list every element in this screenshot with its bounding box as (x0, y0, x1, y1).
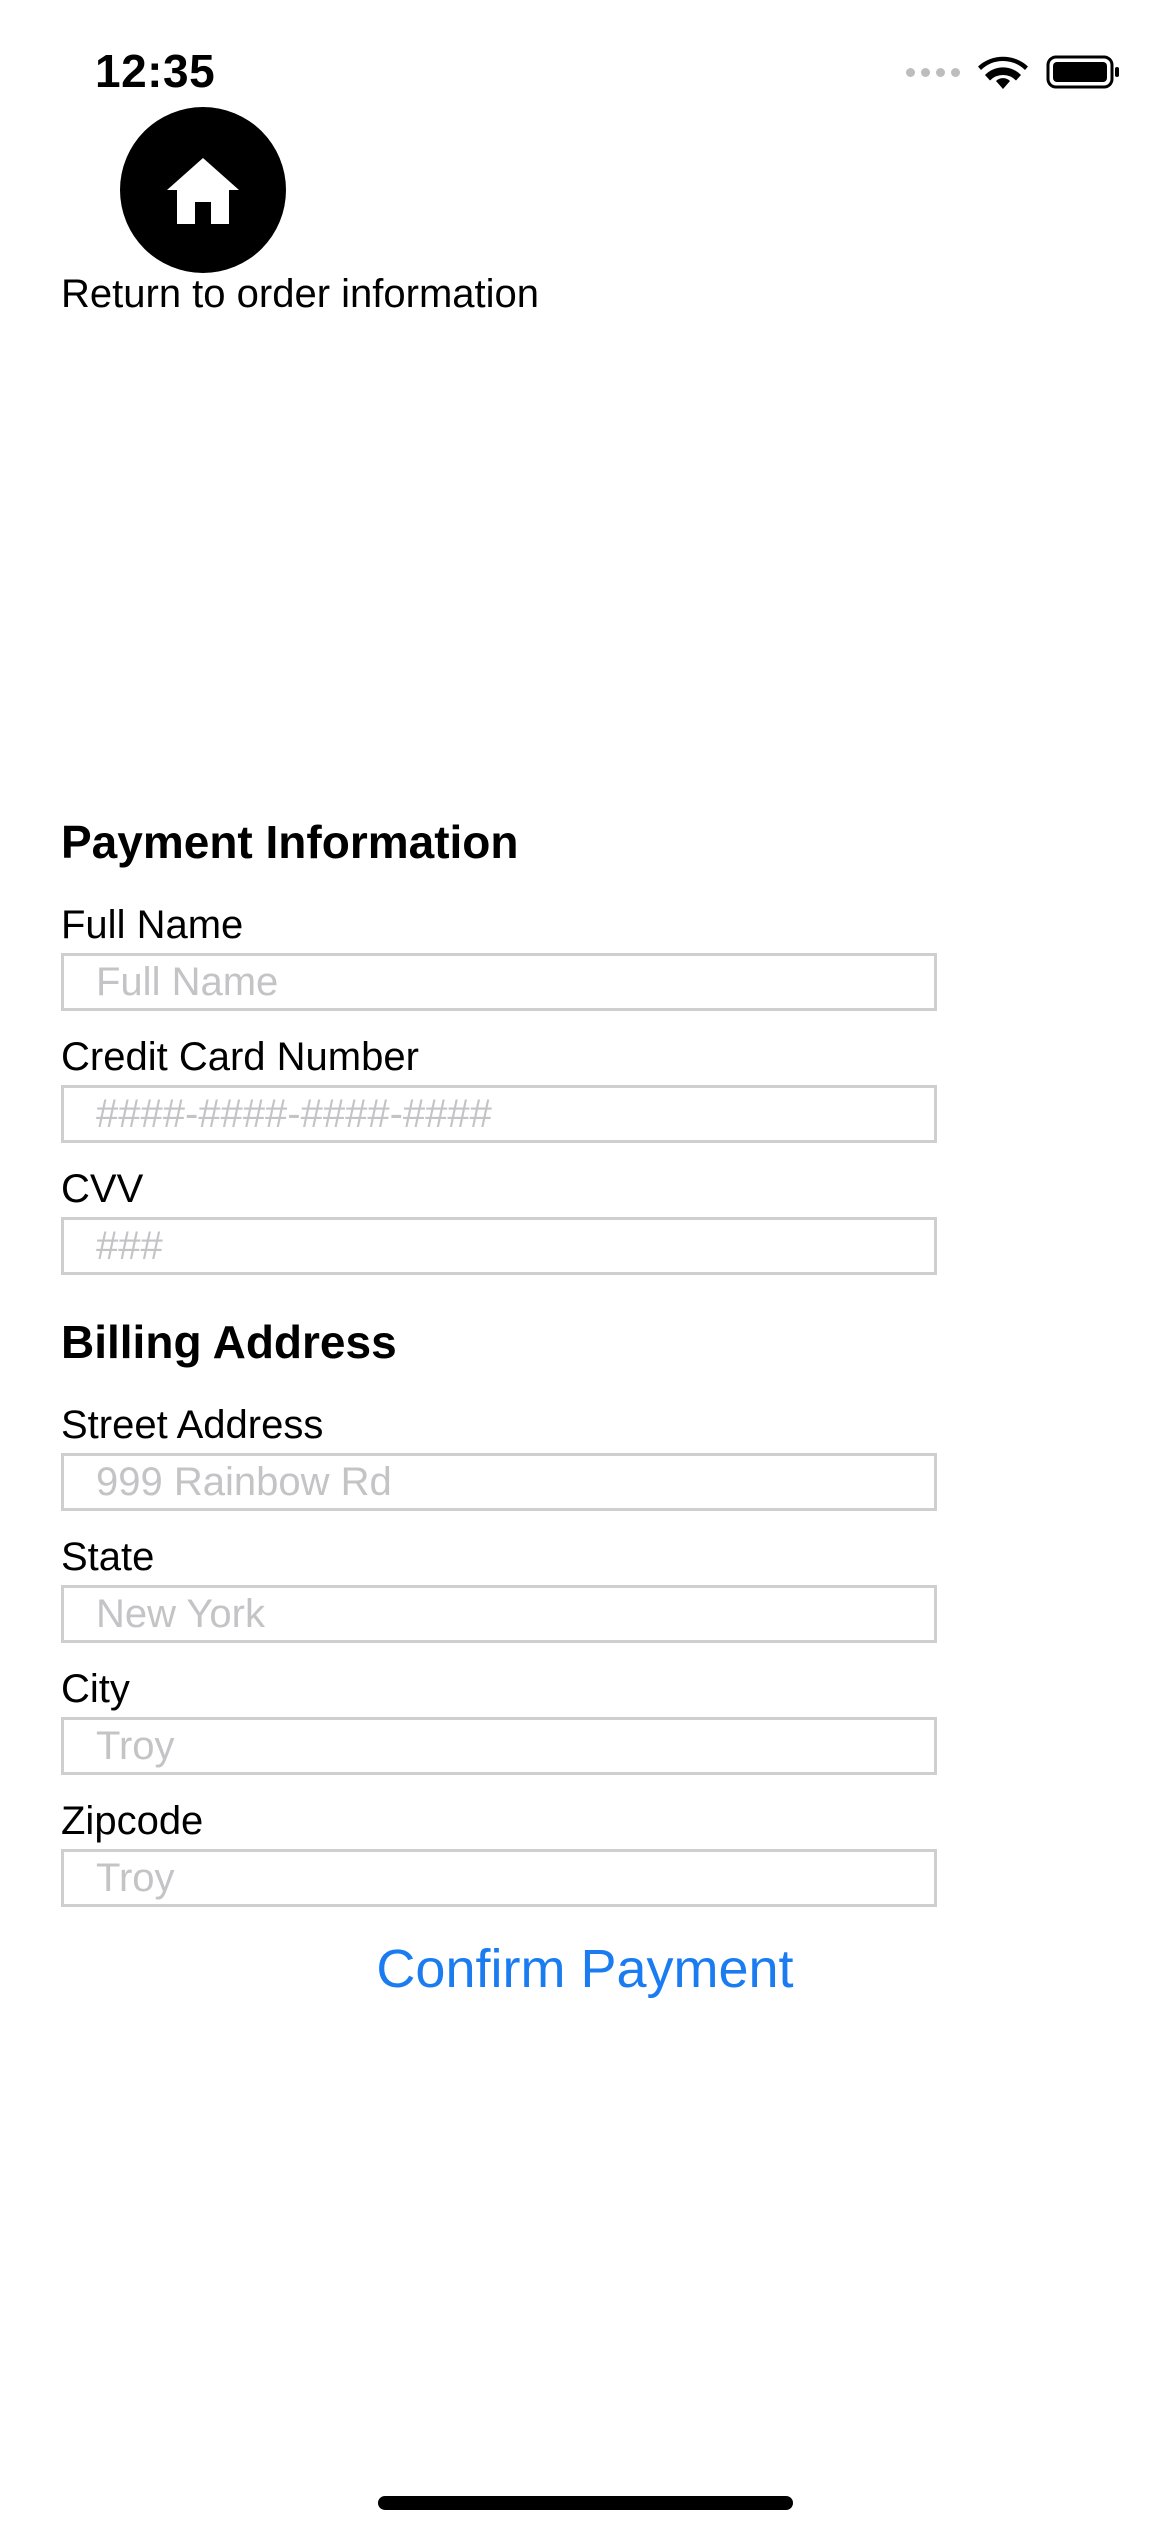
home-indicator[interactable] (378, 2496, 793, 2510)
battery-icon (1046, 55, 1119, 89)
billing-section-title: Billing Address (61, 1316, 397, 1368)
signal-dots-icon (906, 67, 960, 77)
state-field[interactable] (61, 1585, 937, 1643)
confirm-payment-button[interactable]: Confirm Payment (0, 1938, 1170, 2000)
card-number-label: Credit Card Number (61, 1035, 419, 1079)
status-icons (906, 52, 1122, 92)
cvv-field[interactable] (61, 1217, 937, 1275)
zipcode-label: Zipcode (61, 1799, 204, 1843)
card-number-field[interactable] (61, 1085, 937, 1143)
full-name-label: Full Name (61, 903, 244, 947)
street-address-field[interactable] (61, 1453, 937, 1511)
home-button[interactable] (120, 107, 286, 273)
zipcode-field[interactable] (61, 1849, 937, 1907)
full-name-field[interactable] (61, 953, 937, 1011)
status-time: 12:35 (95, 45, 216, 97)
return-to-order-link[interactable]: Return to order information (61, 272, 539, 317)
cvv-label: CVV (61, 1167, 144, 1211)
city-field[interactable] (61, 1717, 937, 1775)
home-icon (167, 158, 239, 224)
wifi-icon (978, 56, 1028, 89)
city-label: City (61, 1667, 130, 1711)
payment-section-title: Payment Information (61, 816, 519, 868)
state-label: State (61, 1535, 155, 1579)
street-address-label: Street Address (61, 1403, 324, 1447)
